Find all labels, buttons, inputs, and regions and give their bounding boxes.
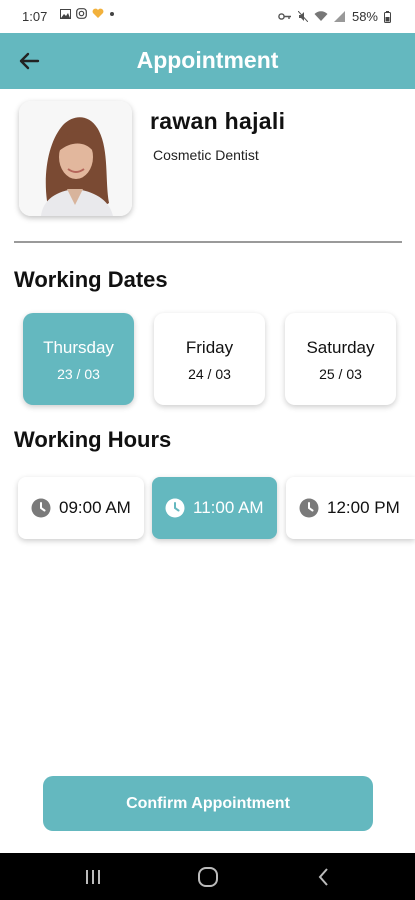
battery-percent: 58% [351,9,378,24]
confirm-appointment-button[interactable]: Confirm Appointment [43,776,373,831]
page-title: Appointment [136,47,279,73]
doctor-name: rawan hajali [150,108,286,134]
doctor-portrait-image [19,101,132,216]
clock-icon [31,498,51,518]
mute-icon [297,11,308,22]
date-card-day: Thursday [43,338,114,357]
date-card-date: 23 / 03 [57,366,100,382]
divider [14,241,402,243]
recent-apps-icon[interactable] [81,865,105,889]
working-dates-title: Working Dates [14,267,168,292]
date-card-day: Friday [185,338,234,357]
instagram-icon [76,8,87,19]
doctor-photo [19,101,132,216]
hour-card-1100[interactable]: 11:00 AM [152,477,277,539]
date-card-day: Saturday [306,338,375,357]
date-card-thursday[interactable]: Thursday 23 / 03 [23,313,134,405]
key-icon [278,13,291,20]
wifi-icon [314,11,328,21]
hour-card-1200[interactable]: 12:00 PM [286,477,415,539]
system-icons: 58% [278,9,391,24]
hour-card-0900[interactable]: 09:00 AM [18,477,144,539]
gallery-icon [60,8,71,19]
date-card-date: 25 / 03 [319,366,362,382]
home-icon[interactable] [196,865,220,889]
battery-icon [384,10,391,23]
status-bar: 1:07 58% [0,0,415,33]
heart-app-icon [92,8,104,18]
date-card-saturday[interactable]: Saturday 25 / 03 [285,313,396,405]
dot-icon [110,11,114,16]
hour-label: 11:00 AM [193,498,264,517]
hour-label: 12:00 PM [327,498,400,517]
signal-icon [333,11,345,22]
date-card-friday[interactable]: Friday 24 / 03 [154,313,265,405]
notification-icons [60,8,115,19]
date-card-date: 24 / 03 [188,366,231,382]
clock-icon [165,498,185,518]
system-navigation-bar [0,853,415,900]
status-time: 1:07 [22,9,48,24]
hour-label: 09:00 AM [59,498,131,517]
working-hours-title: Working Hours [14,427,172,452]
doctor-specialty: Cosmetic Dentist [153,147,259,163]
clock-icon [299,498,319,518]
app-bar: Appointment [0,33,415,89]
back-nav-icon[interactable] [312,865,336,889]
